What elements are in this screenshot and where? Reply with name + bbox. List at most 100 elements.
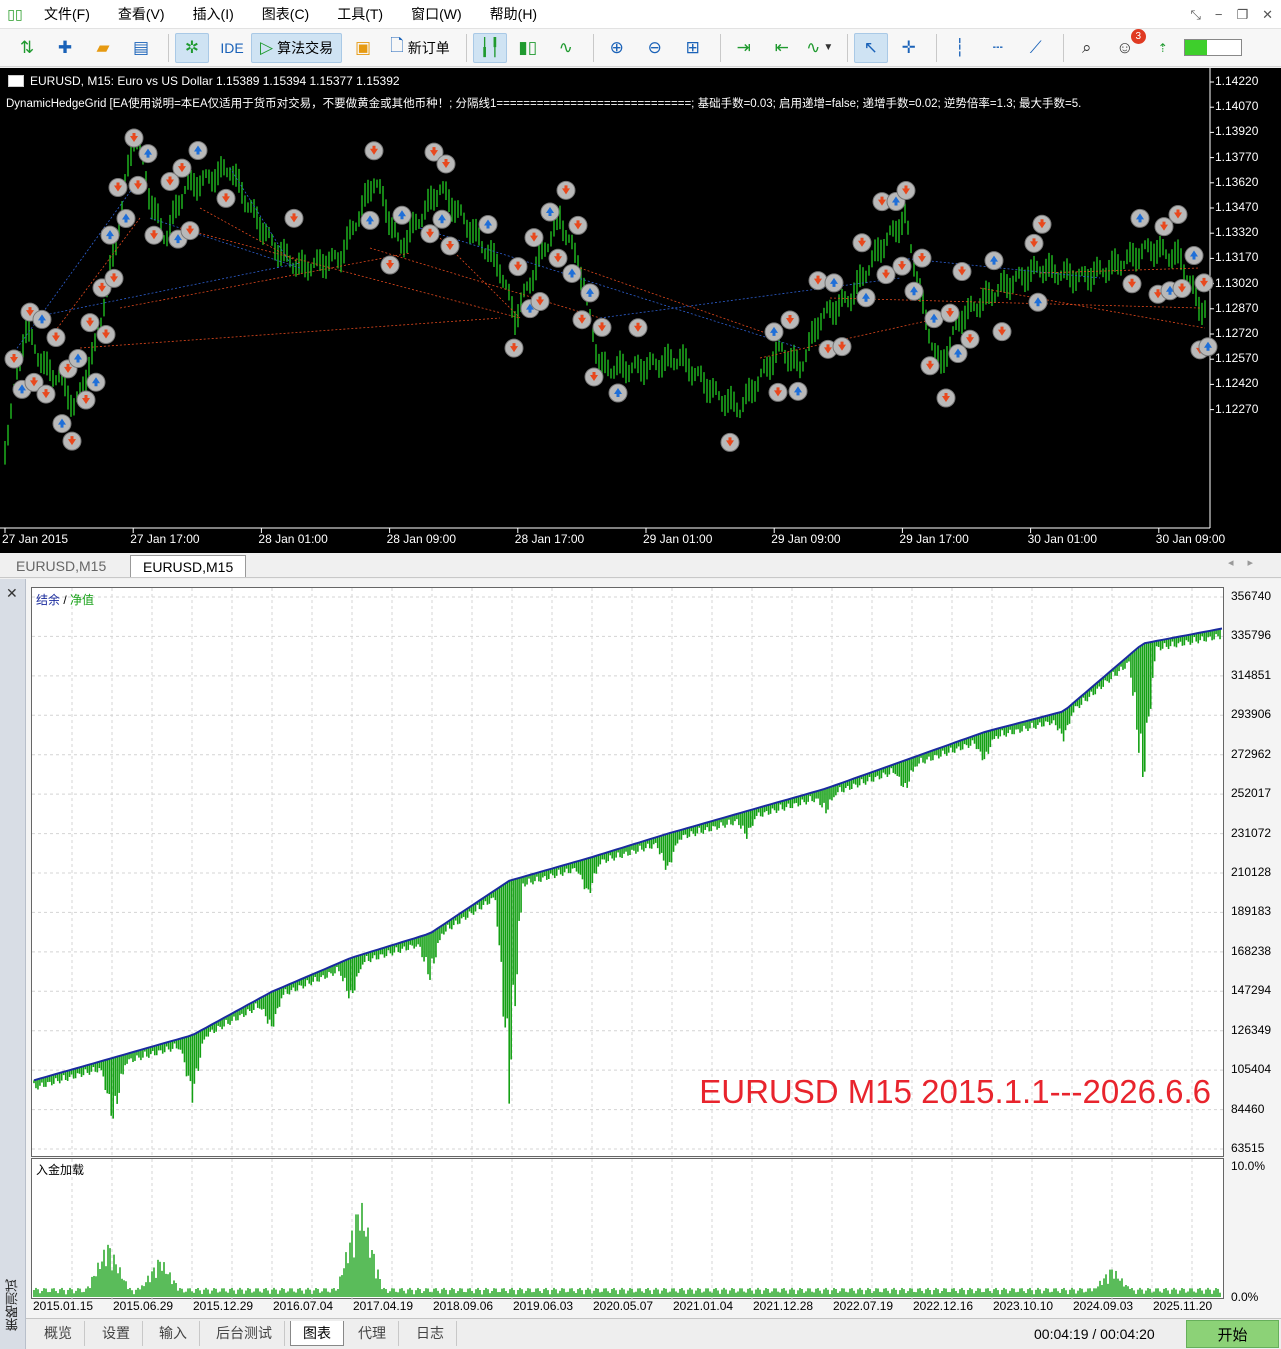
- ea-parameters-text: DynamicHedgeGrid [EA使用说明=本EA仅适用于货币对交易，不要…: [6, 98, 1082, 110]
- hedge-line: [29, 262, 301, 319]
- time-tick-label: 27 Jan 2015: [2, 532, 69, 546]
- balance-y-tick: 335796: [1231, 628, 1272, 643]
- price-tick-label: 1.14070: [1215, 99, 1259, 114]
- chart-tab-1[interactable]: EURUSD,M15: [4, 555, 118, 577]
- menu-insert[interactable]: 插入(I): [179, 0, 248, 29]
- new-chart-button[interactable]: ⇅: [10, 33, 44, 63]
- maximize-icon[interactable]: ❐: [1236, 7, 1248, 23]
- date-tick-label: 2023.10.10: [993, 1299, 1054, 1313]
- deposit-load-title: 入金加载: [36, 1163, 85, 1177]
- crosshair-icon: ✛: [901, 37, 916, 57]
- line-chart-icon: ∿: [558, 37, 573, 57]
- line-chart-button[interactable]: ∿: [549, 33, 583, 63]
- date-tick-label: 2022.07.19: [833, 1299, 894, 1313]
- toolbar-separator: [592, 33, 594, 62]
- candlestick-button[interactable]: ▮▯: [511, 33, 545, 63]
- menu-help[interactable]: 帮助(H): [476, 0, 551, 29]
- bar-chart-button[interactable]: ╽╿: [472, 32, 507, 63]
- price-tick-label: 1.13170: [1215, 250, 1259, 265]
- tile-windows-button[interactable]: ⊞: [676, 33, 710, 63]
- level-button[interactable]: ⇡: [1146, 33, 1180, 63]
- plus-icon: ✚: [57, 37, 73, 57]
- tester-tab[interactable]: 后台测试: [204, 1321, 285, 1346]
- menu-tools[interactable]: 工具(T): [323, 0, 397, 29]
- new-order-button[interactable]: 🗋 新订单: [384, 33, 456, 63]
- tester-tab[interactable]: 日志: [404, 1321, 457, 1346]
- add-symbol-button[interactable]: ✚: [48, 33, 82, 63]
- trendline-button[interactable]: ⟋: [1019, 33, 1053, 63]
- indicators-button[interactable]: ∿ ▼: [803, 33, 837, 63]
- price-chart-canvas[interactable]: [0, 68, 1281, 553]
- minimize-icon[interactable]: −: [1215, 7, 1223, 22]
- balance-y-tick: 189183: [1231, 904, 1272, 919]
- folder-icon: ▰: [96, 37, 110, 57]
- balance-y-tick: 252017: [1231, 786, 1272, 801]
- chart-shift-icon: ⇤: [774, 37, 789, 57]
- profiles-button[interactable]: ▤: [124, 33, 158, 63]
- search-icon: ⌕: [1081, 37, 1092, 57]
- price-tick-label: 1.13470: [1215, 200, 1259, 214]
- equity-series: [33, 628, 1221, 1119]
- tester-tab[interactable]: 输入: [147, 1321, 200, 1346]
- date-tick-label: 2020.05.07: [593, 1299, 654, 1313]
- arrows-updown-icon: ⇅: [19, 37, 35, 57]
- trendline-icon: ⟋: [1029, 37, 1042, 57]
- balance-chart[interactable]: 结余 / 净值 EURUSD M15 2015.1.1---2026.6.6: [31, 587, 1225, 1158]
- close-icon[interactable]: ✕: [6, 585, 18, 602]
- ide-label: IDE: [220, 39, 244, 56]
- price-chart[interactable]: EURUSD, M15: Euro vs US Dollar 1.15389 1…: [0, 68, 1281, 553]
- price-tick-label: 1.13620: [1215, 174, 1259, 189]
- vertical-line-button[interactable]: ┆: [943, 33, 977, 63]
- start-button[interactable]: 开始: [1186, 1320, 1279, 1348]
- balance-y-tick: 210128: [1231, 865, 1272, 879]
- new-document-icon: 🗋: [390, 36, 404, 55]
- cursor-button[interactable]: ↖: [853, 32, 888, 63]
- market-button[interactable]: ✲: [175, 32, 209, 63]
- toolbar-separator: [1062, 33, 1064, 62]
- price-bars: [4, 128, 1206, 465]
- indicators-icon: ∿: [806, 37, 821, 57]
- autoscroll-icon: ⇥: [736, 37, 751, 57]
- window-controls: ⤡ − ❐ ✕: [1190, 0, 1273, 29]
- balance-y-tick: 63515: [1231, 1141, 1265, 1155]
- close-icon[interactable]: ✕: [1262, 7, 1273, 23]
- balance-y-tick: 293906: [1231, 707, 1272, 722]
- shopping-bag-icon: ▣: [355, 37, 372, 57]
- menu-file[interactable]: 文件(F): [30, 0, 104, 29]
- legend-balance: 结余: [36, 593, 61, 607]
- zoom-in-button[interactable]: ⊕: [600, 33, 634, 63]
- horizontal-line-button[interactable]: ┄: [981, 33, 1015, 63]
- tester-tab[interactable]: 代理: [346, 1321, 399, 1346]
- algo-trading-label: 算法交易: [277, 39, 334, 56]
- elapsed-timer: 00:04:19 / 00:04:20: [1034, 1326, 1155, 1342]
- candlestick-icon: ▮▯: [518, 37, 538, 57]
- level-progress-fill: [1184, 40, 1208, 55]
- menu-window[interactable]: 窗口(W): [397, 0, 476, 29]
- date-tick-label: 2017.04.19: [353, 1299, 414, 1313]
- chart-tab-2[interactable]: EURUSD,M15: [130, 555, 247, 577]
- menu-view[interactable]: 查看(V): [104, 0, 179, 29]
- restore-icon[interactable]: ⤡: [1190, 7, 1200, 23]
- tester-tab[interactable]: 图表: [290, 1321, 344, 1346]
- algo-trading-button[interactable]: ▷ 算法交易: [251, 32, 343, 63]
- signals-button[interactable]: ▣: [346, 33, 380, 63]
- balance-y-tick: 272962: [1231, 746, 1272, 761]
- menu-chart[interactable]: 图表(C): [248, 0, 323, 29]
- autoscroll-button[interactable]: ⇥: [727, 33, 761, 63]
- strategy-tester-panel: ✕ 策略测试 结余 / 净值 EURUSD M15 2015.1.1---202…: [0, 579, 1281, 1349]
- deposit-load-chart[interactable]: 入金加载: [31, 1158, 1224, 1300]
- crosshair-button[interactable]: ✛: [892, 33, 926, 63]
- zoom-out-button[interactable]: ⊖: [638, 33, 672, 63]
- search-button[interactable]: ⌕: [1070, 33, 1104, 63]
- tab-scroll-arrows[interactable]: ◂▸: [1228, 556, 1267, 569]
- tester-tab[interactable]: 概览: [32, 1321, 85, 1346]
- chart-symbol-info: EURUSD, M15: Euro vs US Dollar 1.15389 1…: [30, 74, 400, 88]
- hedge-line: [179, 227, 521, 319]
- load-y-tick: 0.0%: [1231, 1290, 1259, 1304]
- tester-tab[interactable]: 设置: [90, 1321, 143, 1346]
- notifications-button[interactable]: ☺ 3: [1108, 28, 1146, 63]
- open-folder-button[interactable]: ▰: [86, 33, 120, 63]
- date-tick-label: 2021.01.04: [673, 1299, 734, 1313]
- ide-button[interactable]: IDE: [213, 33, 247, 63]
- chart-shift-button[interactable]: ⇤: [765, 33, 799, 63]
